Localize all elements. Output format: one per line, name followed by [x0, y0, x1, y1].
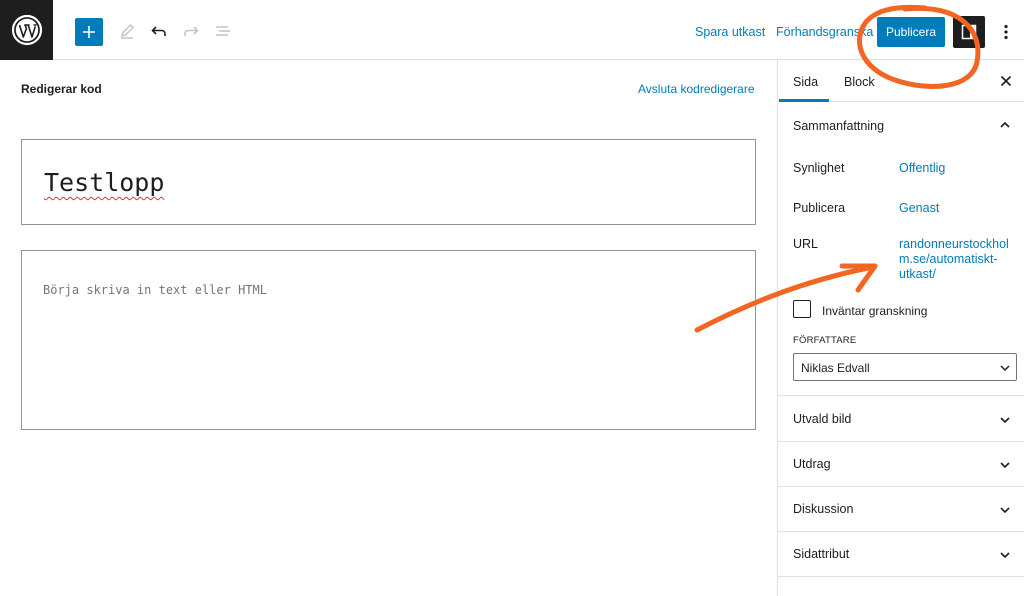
code-editor-area: Redigerar kod Avsluta kodredigerare Test… [0, 60, 777, 596]
author-select-value: Niklas Edvall [801, 361, 870, 375]
chevron-down-icon [1000, 365, 1010, 372]
summary-panel-title: Sammanfattning [793, 119, 885, 133]
editing-code-label: Redigerar kod [21, 82, 102, 96]
exit-code-editor-button[interactable]: Avsluta kodredigerare [638, 82, 755, 96]
list-view-button[interactable] [209, 17, 237, 45]
undo-icon [151, 26, 166, 36]
tools-button[interactable] [113, 17, 141, 45]
chevron-down-icon [1000, 507, 1010, 514]
url-line: utkast/ [899, 267, 936, 281]
chevron-down-icon [1000, 462, 1010, 469]
panel-title: Utdrag [793, 457, 831, 471]
url-label: URL [793, 237, 819, 251]
featured-image-panel[interactable]: Utvald bild [778, 396, 1024, 441]
panel-title: Diskussion [793, 502, 854, 516]
sidebar-tabs: Sida Block [778, 60, 1024, 102]
publish-label: Publicera [793, 201, 846, 215]
list-view-icon [216, 26, 230, 36]
plus-icon [83, 26, 95, 38]
author-select[interactable]: Niklas Edvall [793, 353, 1017, 381]
discussion-panel[interactable]: Diskussion [778, 487, 1024, 531]
chevron-down-icon [1000, 552, 1010, 559]
post-title-text[interactable]: Testlopp [44, 168, 164, 197]
author-label: FÖRFATTARE [793, 335, 857, 346]
panel-title: Utvald bild [793, 412, 852, 426]
visibility-value[interactable]: Offentlig [899, 161, 945, 176]
close-icon[interactable] [998, 73, 1014, 89]
settings-sidebar: Sida Block Sammanfattning Synlighet Offe… [777, 60, 1024, 596]
url-line: randonneurstockhol [899, 237, 1009, 251]
undo-button[interactable] [145, 17, 173, 45]
settings-button[interactable] [953, 16, 985, 48]
panel-divider [778, 576, 1024, 577]
body-placeholder: Börja skriva in text eller HTML [43, 283, 267, 297]
post-title-field[interactable]: Testlopp [21, 139, 756, 225]
wordpress-logo-icon[interactable] [0, 0, 53, 60]
excerpt-panel[interactable]: Utdrag [778, 442, 1024, 486]
save-draft-button[interactable]: Spara utkast [695, 25, 765, 39]
pencil-icon [120, 23, 135, 39]
summary-panel-header[interactable]: Sammanfattning [778, 102, 1024, 148]
html-body-field[interactable]: Börja skriva in text eller HTML [21, 250, 756, 430]
editor-header: Spara utkast Förhandsgranska Publicera [0, 0, 1024, 60]
redo-button[interactable] [177, 17, 205, 45]
panel-title: Sidattribut [793, 547, 850, 561]
page-attributes-panel[interactable]: Sidattribut [778, 532, 1024, 576]
settings-panel-icon [961, 24, 977, 40]
redo-icon [184, 26, 199, 36]
url-line: m.se/automatiskt- [899, 252, 998, 266]
options-menu-button[interactable] [994, 18, 1018, 46]
pending-review-checkbox[interactable] [793, 300, 811, 318]
publish-button[interactable]: Publicera [877, 17, 945, 47]
add-block-button[interactable] [75, 18, 103, 46]
pending-review-label[interactable]: Inväntar granskning [822, 304, 927, 318]
tab-page[interactable]: Sida [793, 75, 818, 89]
publish-value[interactable]: Genast [899, 201, 939, 216]
chevron-up-icon [1000, 121, 1010, 128]
preview-button[interactable]: Förhandsgranska [776, 25, 873, 39]
visibility-label: Synlighet [793, 161, 845, 175]
chevron-down-icon [1000, 417, 1010, 424]
tab-block[interactable]: Block [844, 75, 875, 89]
wordpress-logo-glyph [11, 14, 42, 46]
url-value[interactable]: randonneurstockhol m.se/automatiskt- utk… [899, 237, 1009, 282]
more-vertical-icon [1004, 24, 1008, 40]
